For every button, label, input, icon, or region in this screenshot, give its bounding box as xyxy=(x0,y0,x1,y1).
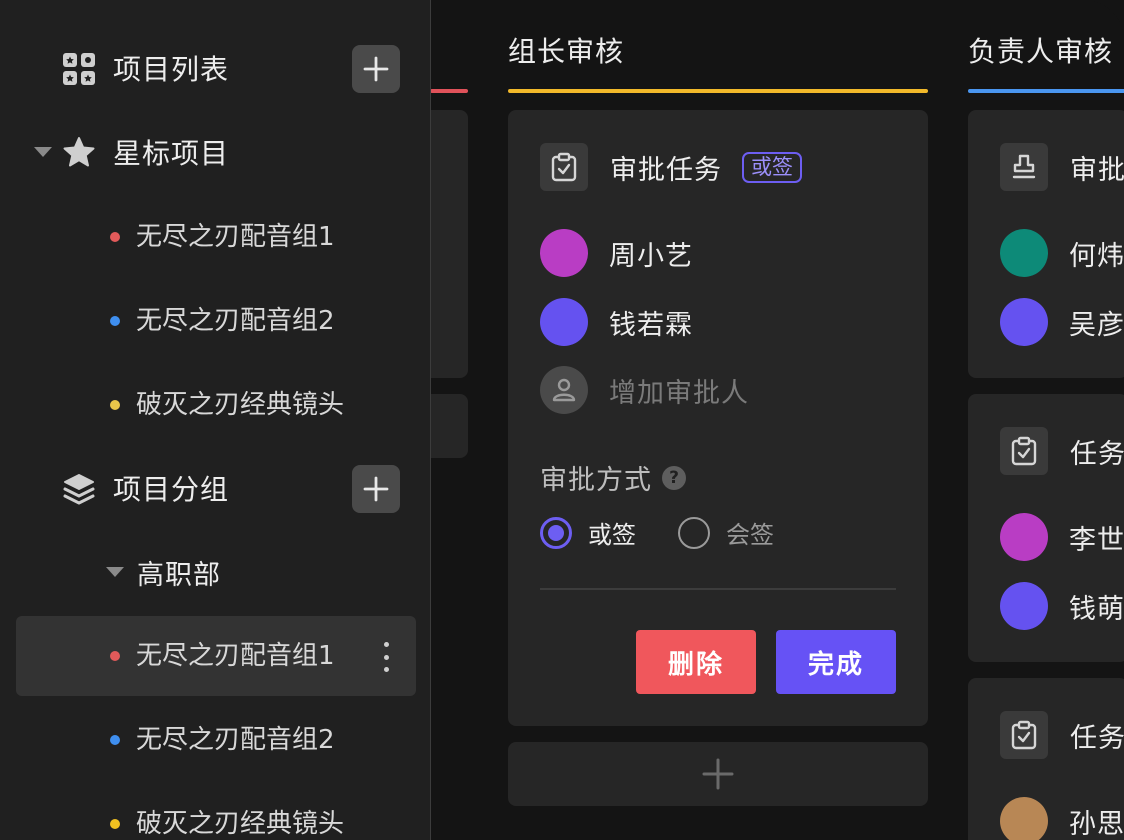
column-accent xyxy=(508,89,928,93)
app-frame: 组长审核 审批任务 或签 周小艺 钱若霖 增加审批人 审批方式 ? 或签 会签 … xyxy=(0,0,1124,840)
radio-or-sign[interactable]: 或签 xyxy=(540,515,636,550)
card-title: 任务 xyxy=(1070,722,1124,754)
help-icon[interactable]: ? xyxy=(662,465,686,490)
user-icon xyxy=(540,366,588,414)
radio-label: 或签 xyxy=(588,521,636,549)
sidebar-starred-projects[interactable]: 星标项目 xyxy=(0,122,430,182)
approver-name: 周小艺 xyxy=(609,240,693,272)
clipboard-check-icon xyxy=(1000,711,1048,759)
add-card-button[interactable] xyxy=(508,742,928,806)
sidebar-section-label: 项目列表 xyxy=(113,53,230,86)
column-0-accent xyxy=(430,89,468,93)
avatar xyxy=(540,298,588,346)
avatar xyxy=(1000,513,1048,561)
column-group-leader-review: 组长审核 审批任务 或签 周小艺 钱若霖 增加审批人 审批方式 ? 或签 会签 … xyxy=(508,0,928,840)
plus-icon xyxy=(363,56,389,82)
approver-name: 钱若霖 xyxy=(609,309,693,341)
card-title: 审批任务 xyxy=(610,154,722,186)
sidebar-item-label: 无尽之刃配音组1 xyxy=(136,641,335,671)
sign-mode-badge: 或签 xyxy=(742,151,802,183)
add-approver-label: 增加审批人 xyxy=(609,377,749,409)
more-vertical-icon[interactable] xyxy=(378,642,394,672)
delete-button[interactable]: 删除 xyxy=(636,630,756,694)
person-row: 何炜 xyxy=(1000,229,1124,277)
sidebar-item-label: 无尽之刃配音组1 xyxy=(136,222,335,252)
person-row: 钱萌 xyxy=(1000,582,1124,630)
approver-row: 钱若霖 xyxy=(540,298,693,346)
add-approver-button[interactable]: 增加审批人 xyxy=(540,366,749,414)
radio-unselected-icon xyxy=(678,516,710,549)
clipboard-check-icon xyxy=(540,143,588,191)
sidebar-item-group-2[interactable]: 无尽之刃配音组2 xyxy=(16,700,416,780)
color-dot xyxy=(110,819,120,829)
sidebar-item-label: 破灭之刃经典镜头 xyxy=(136,809,345,839)
task-card[interactable]: 任务 李世 钱萌 xyxy=(968,394,1124,662)
avatar xyxy=(540,229,588,277)
stamp-icon xyxy=(1000,143,1048,191)
clipboard-check-icon xyxy=(1000,427,1048,475)
radio-joint-sign[interactable]: 会签 xyxy=(678,515,774,550)
sidebar-item-starred-2[interactable]: 无尽之刃配音组2 xyxy=(16,281,416,361)
column-owner-review: 负责人审核 审批 何炜 吴彦 任务 李世 钱萌 任务 孙思 xyxy=(968,0,1124,840)
avatar xyxy=(1000,298,1048,346)
sidebar-item-label: 破灭之刃经典镜头 xyxy=(136,390,345,420)
color-dot xyxy=(110,316,120,326)
person-name: 李世 xyxy=(1069,524,1124,556)
plus-icon xyxy=(363,476,389,502)
done-button[interactable]: 完成 xyxy=(776,630,896,694)
plus-icon xyxy=(702,758,734,790)
person-name: 钱萌 xyxy=(1069,593,1124,625)
person-row: 李世 xyxy=(1000,513,1124,561)
color-dot xyxy=(110,651,120,661)
column-title: 负责人审核 xyxy=(968,35,1114,68)
sidebar-project-groups[interactable]: 项目分组 xyxy=(0,458,430,518)
sidebar-section-label: 星标项目 xyxy=(113,137,230,170)
avatar xyxy=(1000,797,1048,840)
task-card[interactable]: 任务 孙思 xyxy=(968,678,1124,840)
color-dot xyxy=(110,400,120,410)
approval-card[interactable]: 审批 何炜 吴彦 xyxy=(968,110,1124,378)
caret-down-icon[interactable] xyxy=(34,147,52,157)
sidebar: 项目列表 星标项目 无尽之刃配音组1 无尽之刃配音组2 破灭之刃经典镜头 项目分… xyxy=(0,0,431,840)
approval-method-label: 审批方式 xyxy=(540,465,652,496)
column-title: 组长审核 xyxy=(508,35,625,68)
sidebar-project-list[interactable]: 项目列表 xyxy=(0,38,430,98)
caret-down-icon[interactable] xyxy=(106,567,124,577)
grid-icon xyxy=(62,52,96,86)
sidebar-item-label: 无尽之刃配音组2 xyxy=(136,306,335,336)
sidebar-item-group-3[interactable]: 破灭之刃经典镜头 xyxy=(16,784,416,840)
column-accent xyxy=(968,89,1124,93)
star-icon xyxy=(62,136,96,170)
color-dot xyxy=(110,232,120,242)
radio-selected-icon xyxy=(540,516,572,549)
card-title: 任务 xyxy=(1070,438,1124,470)
person-name: 吴彦 xyxy=(1069,309,1124,341)
department-label: 高职部 xyxy=(137,559,221,591)
approval-task-card: 审批任务 或签 周小艺 钱若霖 增加审批人 审批方式 ? 或签 会签 删除 完成 xyxy=(508,110,928,726)
color-dot xyxy=(110,735,120,745)
card-title: 审批 xyxy=(1070,154,1124,186)
divider xyxy=(540,588,896,590)
approval-method: 审批方式 ? xyxy=(540,458,686,497)
avatar xyxy=(1000,582,1048,630)
sidebar-item-group-1[interactable]: 无尽之刃配音组1 xyxy=(16,616,416,696)
sidebar-item-starred-3[interactable]: 破灭之刃经典镜头 xyxy=(16,365,416,445)
person-name: 何炜 xyxy=(1069,240,1124,272)
add-project-button[interactable] xyxy=(352,45,400,93)
layers-icon xyxy=(62,472,96,506)
radio-label: 会签 xyxy=(726,521,774,549)
approver-row: 周小艺 xyxy=(540,229,693,277)
sidebar-section-label: 项目分组 xyxy=(113,473,230,506)
person-row: 吴彦 xyxy=(1000,298,1124,346)
sidebar-item-label: 无尽之刃配音组2 xyxy=(136,725,335,755)
sidebar-item-starred-1[interactable]: 无尽之刃配音组1 xyxy=(16,197,416,277)
avatar xyxy=(1000,229,1048,277)
add-group-button[interactable] xyxy=(352,465,400,513)
sidebar-department[interactable]: 高职部 xyxy=(0,542,430,602)
person-name: 孙思 xyxy=(1069,808,1124,840)
person-row: 孙思 xyxy=(1000,797,1124,840)
